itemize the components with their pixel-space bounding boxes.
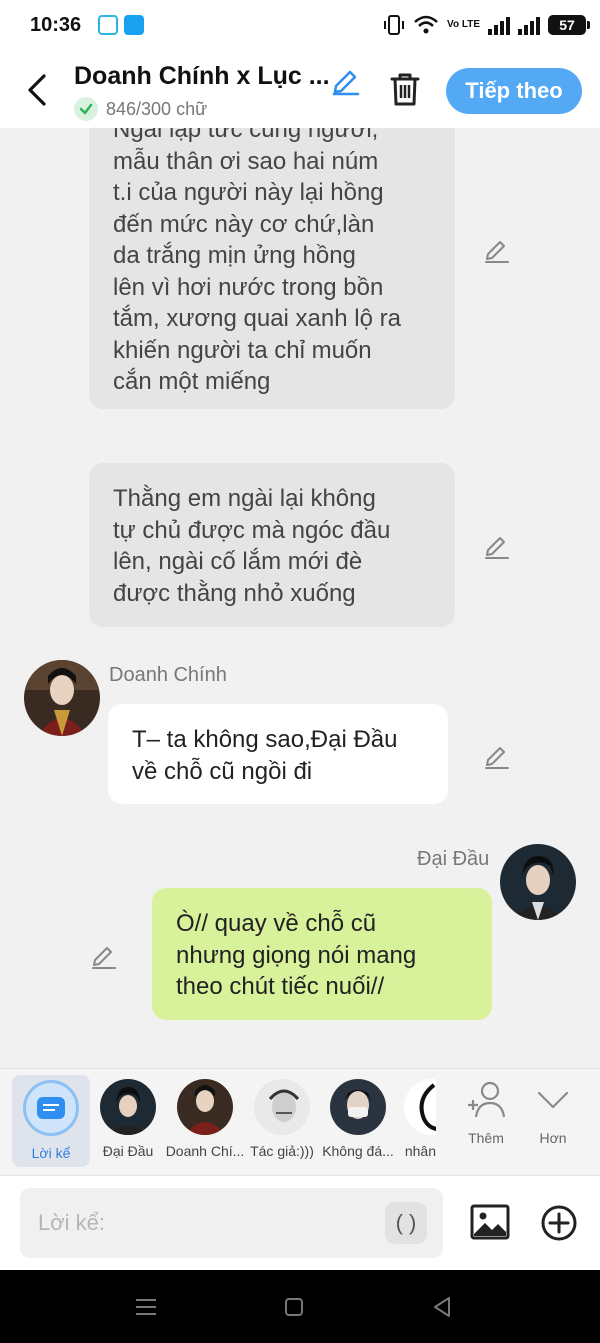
character-option[interactable]: Đại Đầu [88,1075,168,1159]
character-name: Doanh Chí... [165,1143,245,1159]
expand-label: Hơn [539,1130,567,1146]
character-option[interactable]: Tác giả:))) [242,1075,322,1159]
input-bar: Lời kể: ( ) [0,1175,600,1270]
edit-pencil-icon[interactable] [482,740,512,770]
story-title[interactable]: Doanh Chính x Lục ... [74,62,330,91]
status-indicators: Vo LTE 57 [383,14,590,36]
character-avatar [254,1079,310,1135]
narration-bubble[interactable]: Ngài lập tức cùng người, mẫu thân ơi sao… [89,128,455,409]
chevron-down-icon [537,1091,569,1109]
input-placeholder: Lời kể: [38,1210,106,1235]
chat-area[interactable]: Ngài lập tức cùng người, mẫu thân ơi sao… [0,128,600,1068]
add-user-icon [468,1081,506,1118]
back-triangle-icon[interactable] [429,1294,455,1320]
character-name: nhân [404,1143,436,1159]
character-avatar [100,1079,156,1135]
next-button[interactable]: Tiếp theo [446,68,582,114]
character-selector: Lời kể Đại Đầu Doanh Chí... Tác giả:))) … [0,1068,600,1174]
signal-icon-2 [518,15,540,35]
character-avatar [177,1079,233,1135]
trash-icon[interactable] [386,70,424,108]
narrator-option[interactable]: Lời kể [12,1075,90,1167]
avatar-dai-dau[interactable] [500,844,576,920]
expand-characters-button[interactable]: Hơn [523,1079,583,1146]
character-name: Tác giả:))) [250,1143,314,1159]
status-bar: 10:36 Vo LTE 57 [0,0,600,52]
back-icon[interactable] [22,70,54,110]
character-option[interactable]: Doanh Chí... [165,1075,245,1159]
wifi-icon [414,15,438,34]
character-option[interactable]: nhân [392,1075,436,1159]
message-input[interactable]: Lời kể: ( ) [20,1188,443,1258]
sender-name: Doanh Chính [109,664,227,686]
menu-icon[interactable] [133,1294,159,1320]
add-character-label: Thêm [468,1130,504,1146]
signal-icon [488,15,510,35]
character-avatar [404,1079,436,1135]
narration-bubble[interactable]: Thằng em ngài lại không tự chủ được mà n… [89,463,455,627]
word-count-text: 846/300 chữ [106,98,208,119]
status-app-icons [98,15,144,35]
edit-pencil-icon[interactable] [482,530,512,560]
character-avatar [330,1079,386,1135]
home-icon[interactable] [281,1294,307,1320]
character-name: Đại Đầu [102,1143,154,1159]
edit-pencil-icon[interactable] [482,234,512,264]
message-bubble[interactable]: Ò// quay về chỗ cũ nhưng giọng nói mang … [152,888,492,1020]
editor-header: Doanh Chính x Lục ... 846/300 chữ Tiếp t… [0,52,600,128]
message-bubble[interactable]: T– ta không sao,Đại Đầu về chỗ cũ ngồi đ… [108,704,448,804]
narrator-icon [23,1080,79,1136]
volte-indicator: Vo LTE [447,19,480,30]
battery-icon: 57 [548,15,590,35]
plus-icon[interactable] [540,1204,578,1242]
status-time: 10:36 [30,14,82,36]
avatar-doanh-chinh[interactable] [24,660,100,736]
system-nav-bar [0,1270,600,1343]
novel-app-icon [124,15,144,35]
sender-name: Đại Đầu [417,848,490,870]
narrator-label: Lời kể [31,1145,71,1161]
word-count: 846/300 chữ [74,97,207,121]
parenthesis-button[interactable]: ( ) [385,1202,427,1244]
pencil-icon[interactable] [330,64,362,96]
character-option[interactable]: Không đá... [318,1075,398,1159]
app-icon [98,15,118,35]
add-character-button[interactable]: Thêm [456,1079,516,1146]
vibrate-icon [384,15,405,35]
image-icon[interactable] [470,1202,510,1242]
character-name: Không đá... [322,1143,394,1159]
check-icon [74,97,98,121]
edit-pencil-icon[interactable] [89,940,119,970]
